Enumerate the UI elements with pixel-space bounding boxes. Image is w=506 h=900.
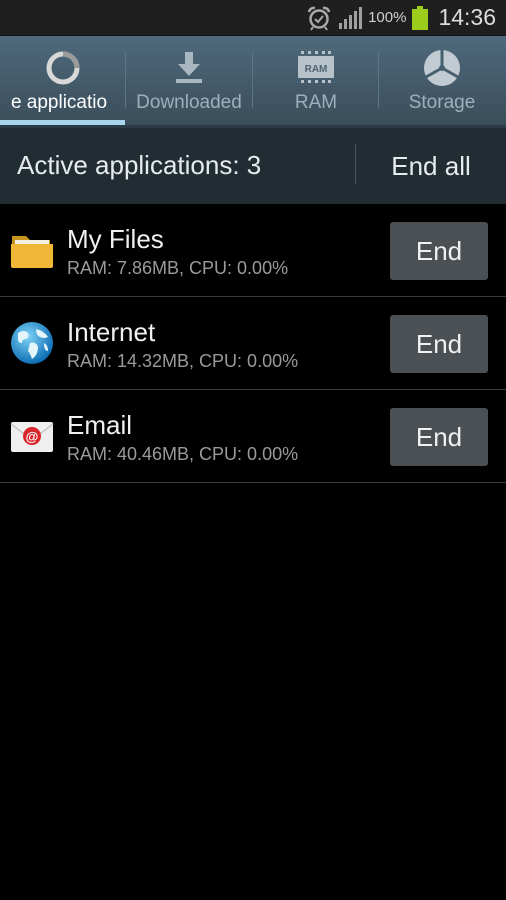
battery-percent: 100% [368, 9, 407, 26]
tab-active-applications[interactable]: e applicatio [0, 36, 126, 128]
summary-bar: Active applications: 3 End all [0, 128, 506, 204]
app-stats: RAM: 40.46MB, CPU: 0.00% [67, 444, 299, 464]
email-envelope-icon: @ [10, 422, 54, 452]
app-stats: RAM: 14.32MB, CPU: 0.00% [67, 351, 299, 371]
app-name: My Files [67, 224, 164, 254]
svg-text:@: @ [26, 429, 39, 444]
end-all-button[interactable]: End all [356, 128, 506, 204]
list-item[interactable]: Internet RAM: 14.32MB, CPU: 0.00% End [0, 297, 506, 390]
tab-ram[interactable]: RAM RAM [253, 36, 379, 128]
list-item[interactable]: My Files RAM: 7.86MB, CPU: 0.00% End [0, 204, 506, 297]
app-name: Internet [67, 317, 156, 347]
ram-chip-text: RAM [305, 64, 328, 75]
pie-storage-icon [424, 49, 460, 86]
clock: 14:36 [438, 4, 496, 30]
spinner-ring-icon [46, 51, 80, 85]
tab-downloaded[interactable]: Downloaded [126, 36, 252, 128]
end-button[interactable]: End [390, 222, 488, 280]
tab-label: Storage [408, 92, 476, 113]
globe-icon [11, 322, 53, 364]
end-button[interactable]: End [390, 408, 488, 466]
folder-icon [11, 236, 53, 268]
app-name: Email [67, 410, 133, 440]
tab-storage[interactable]: Storage [379, 36, 505, 128]
tab-bar: e applicatio Downloaded RAM RAM Storage [0, 36, 506, 128]
tab-label: e applicatio [10, 92, 108, 113]
download-icon [176, 52, 202, 83]
app-stats: RAM: 7.86MB, CPU: 0.00% [67, 258, 289, 278]
status-icons: 100% 14:36 [306, 0, 496, 35]
tab-label: Downloaded [136, 92, 242, 113]
tab-label: RAM [294, 92, 338, 113]
active-applications-count: Active applications: 3 [17, 150, 262, 180]
ram-chip-icon: RAM [298, 51, 334, 83]
signal-icon [339, 6, 363, 29]
list-item[interactable]: @ Email RAM: 40.46MB, CPU: 0.00% End [0, 390, 506, 483]
app-list: My Files RAM: 7.86MB, CPU: 0.00% End Int… [0, 204, 506, 483]
alarm-icon [307, 6, 331, 31]
status-bar: 100% 14:36 [0, 0, 506, 36]
end-button[interactable]: End [390, 315, 488, 373]
battery-icon [412, 5, 429, 30]
